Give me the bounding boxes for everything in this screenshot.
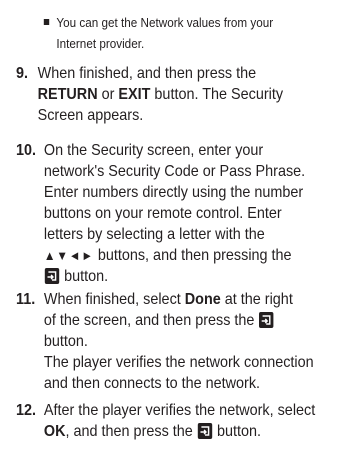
step-text: When finished, select Done at the right … (44, 289, 349, 394)
step-text: After the player verifies the network, s… (44, 400, 349, 442)
step-line: On the Security screen, enter your (43, 142, 264, 159)
step-line: When finished, select Done at the right (43, 291, 293, 308)
enter-button-icon (44, 268, 60, 284)
direction-arrows-icon: ▲▼◄► (43, 248, 94, 263)
return-button-label: RETURN (37, 86, 98, 103)
note-bullet: You can get the Network values from your… (42, 12, 312, 54)
step-10: 10. On the Security screen, enter your n… (16, 140, 349, 287)
step-line: The player verifies the network connecti… (43, 354, 314, 371)
step-line: letters by selecting a letter with the (43, 226, 265, 243)
enter-button-icon (197, 423, 213, 439)
step-9: 9. When finished, and then press the RET… (16, 63, 349, 126)
step-line: Screen appears. (37, 107, 144, 124)
step-number: 9. (16, 65, 29, 82)
step-text: On the Security screen, enter your netwo… (44, 140, 349, 287)
enter-button-icon (259, 312, 274, 328)
note-line-1: You can get the Network values from your (56, 15, 274, 30)
step-line: of the screen, and then press the (44, 310, 349, 331)
step-line: ▲▼◄► buttons, and then pressing the (43, 247, 292, 264)
ok-label: OK (43, 423, 66, 440)
done-label: Done (184, 291, 221, 308)
step-line: and then connects to the network. (43, 375, 261, 392)
step-line: OK, and then press the button. (43, 423, 262, 440)
step-line: When finished, and then press the (37, 65, 257, 82)
step-line: buttons on your remote control. Enter (43, 205, 282, 222)
step-text: When finished, and then press the RETURN… (38, 63, 349, 126)
note-line-2: Internet provider. (56, 36, 145, 51)
exit-button-label: EXIT (118, 86, 151, 103)
step-12: 12. After the player verifies the networ… (16, 400, 349, 442)
step-line: After the player verifies the network, s… (43, 402, 316, 419)
step-line: button. (44, 266, 349, 287)
step-number: 11. (16, 291, 36, 308)
step-line: network's Security Code or Pass Phrase. (43, 163, 306, 180)
bullet-icon (43, 19, 50, 26)
manual-page: You can get the Network values from your… (0, 0, 362, 460)
step-line: Enter numbers directly using the number (43, 184, 304, 201)
step-line: button. (43, 333, 88, 350)
step-number: 10. (16, 142, 37, 159)
step-number: 12. (16, 402, 37, 419)
step-11: 11. When finished, select Done at the ri… (16, 289, 349, 394)
step-line: RETURN or EXIT button. The Security (37, 86, 284, 103)
